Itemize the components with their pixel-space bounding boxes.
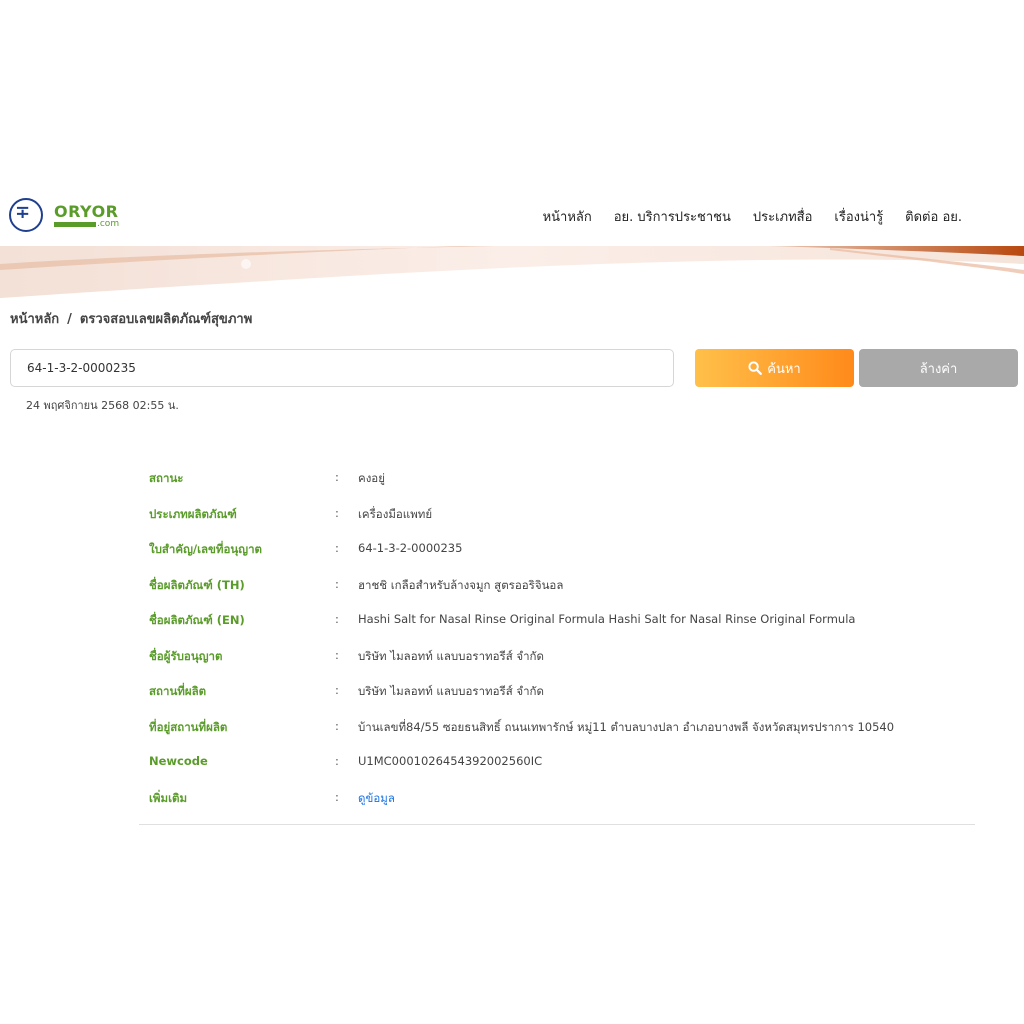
detail-row-license-number: ใบสำคัญ/เลขที่อนุญาต : 64-1-3-2-0000235 — [149, 541, 979, 577]
breadcrumb-current: ตรวจสอบเลขผลิตภัณฑ์สุขภาพ — [79, 312, 253, 327]
detail-label: สถานะ — [149, 471, 184, 485]
search-icon — [748, 361, 763, 375]
detail-value: 64-1-3-2-0000235 — [358, 541, 463, 555]
detail-label: ใบสำคัญ/เลขที่อนุญาต — [149, 542, 262, 556]
detail-row-licensee: ชื่อผู้รับอนุญาต : บริษัท ไมลอทท์ แลบบอร… — [149, 648, 979, 684]
detail-colon: : — [335, 576, 339, 591]
nav-articles[interactable]: เรื่องน่ารู้ — [834, 206, 883, 227]
detail-colon: : — [335, 789, 339, 804]
detail-colon: : — [335, 470, 339, 484]
detail-row-product-name-th: ชื่อผลิตภัณฑ์ (TH) : ฮาชชิ เกลือสำหรับล้… — [149, 577, 979, 613]
nav-contact[interactable]: ติดต่อ อย. — [905, 206, 962, 227]
detail-row-manufacturing-site: สถานที่ผลิต : บริษัท ไมลอทท์ แลบบอราทอรี… — [149, 683, 979, 719]
license-search-input[interactable] — [10, 349, 674, 387]
oryor-logo[interactable]: ∓ ORYOR .com — [9, 198, 129, 238]
details-divider — [139, 824, 975, 825]
detail-value: Hashi Salt for Nasal Rinse Original Form… — [358, 612, 856, 626]
detail-value: บริษัท ไมลอทท์ แลบบอราทอรีส์ จำกัด — [358, 648, 544, 663]
search-button-label: ค้นหา — [767, 361, 801, 377]
product-details: สถานะ : คงอยู่ ประเภทผลิตภัณฑ์ : เครื่อง… — [149, 470, 979, 825]
logo-mark: ∓ — [15, 202, 31, 223]
breadcrumb-separator: / — [67, 312, 72, 327]
logo-bar — [54, 222, 96, 227]
breadcrumb-home[interactable]: หน้าหลัก — [10, 312, 59, 327]
search-timestamp: 24 พฤศจิกายน 2568 02:55 น. — [26, 399, 179, 412]
detail-label: เพิ่มเติม — [149, 790, 188, 805]
main-nav: หน้าหลัก อย. บริการประชาชน ประเภทสื่อ เร… — [543, 206, 962, 227]
logo-sub: .com — [97, 219, 120, 229]
detail-colon: : — [335, 612, 339, 626]
detail-row-site-address: ที่อยู่สถานที่ผลิต : บ้านเลขที่84/55 ซอย… — [149, 719, 979, 755]
search-button[interactable]: ค้นหา — [695, 349, 854, 387]
clear-button[interactable]: ล้างค่า — [859, 349, 1018, 387]
detail-value: เครื่องมือแพทย์ — [358, 506, 433, 521]
detail-label: Newcode — [149, 754, 208, 768]
nav-public-services[interactable]: อย. บริการประชาชน — [614, 206, 731, 227]
detail-colon: : — [335, 647, 339, 662]
nav-home[interactable]: หน้าหลัก — [543, 206, 592, 227]
detail-value: บริษัท ไมลอทท์ แลบบอราทอรีส์ จำกัด — [358, 684, 544, 698]
detail-colon: : — [335, 718, 339, 733]
detail-colon: : — [335, 754, 339, 768]
detail-colon: : — [335, 505, 339, 520]
detail-label: ชื่อผู้รับอนุญาต — [149, 648, 223, 663]
detail-row-status: สถานะ : คงอยู่ — [149, 470, 979, 506]
detail-label: ชื่อผลิตภัณฑ์ (EN) — [149, 613, 245, 627]
detail-colon: : — [335, 683, 339, 697]
detail-row-more: เพิ่มเติม : ดูข้อมูล — [149, 790, 979, 826]
site-header: ∓ ORYOR .com หน้าหลัก อย. บริการประชาชน … — [0, 188, 1024, 246]
detail-row-product-type: ประเภทผลิตภัณฑ์ : เครื่องมือแพทย์ — [149, 506, 979, 542]
nav-media-types[interactable]: ประเภทสื่อ — [753, 206, 813, 227]
detail-colon: : — [335, 541, 339, 555]
breadcrumb: หน้าหลัก / ตรวจสอบเลขผลิตภัณฑ์สุขภาพ — [10, 308, 252, 329]
detail-label: ประเภทผลิตภัณฑ์ — [149, 506, 237, 521]
decorative-banner — [0, 246, 1024, 300]
detail-label: ชื่อผลิตภัณฑ์ (TH) — [149, 577, 245, 592]
detail-value: ฮาชชิ เกลือสำหรับล้างจมูก สูตรออริจินอล — [358, 577, 564, 592]
detail-label: ที่อยู่สถานที่ผลิต — [149, 719, 228, 734]
detail-row-product-name-en: ชื่อผลิตภัณฑ์ (EN) : Hashi Salt for Nasa… — [149, 612, 979, 648]
detail-row-newcode: Newcode : U1MC0001026454392002560IC — [149, 754, 979, 790]
view-details-link[interactable]: ดูข้อมูล — [358, 790, 395, 808]
detail-label: สถานที่ผลิต — [149, 684, 207, 698]
clear-button-label: ล้างค่า — [919, 361, 958, 377]
detail-value: บ้านเลขที่84/55 ซอยธนสิทธิ์ ถนนเทพารักษ์… — [358, 719, 895, 734]
detail-value: คงอยู่ — [358, 471, 385, 485]
detail-value: U1MC0001026454392002560IC — [358, 754, 543, 768]
banner-wave-graphic — [0, 246, 1024, 298]
